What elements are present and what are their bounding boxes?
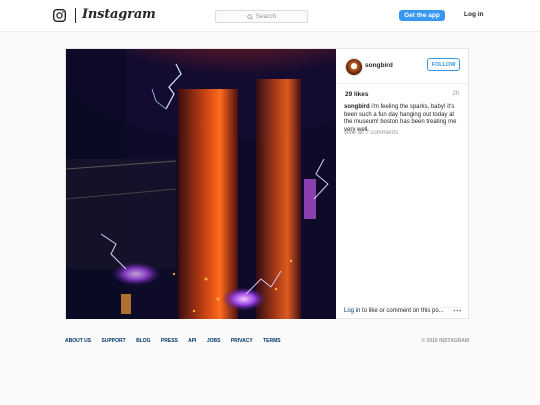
- footer-link-press[interactable]: PRESS: [161, 338, 178, 344]
- footer-link-privacy[interactable]: PRIVACY: [231, 338, 253, 344]
- instagram-wordmark[interactable]: Instagram: [82, 7, 156, 22]
- login-to-comment-row: Log in to like or comment on this po... …: [344, 307, 462, 315]
- post-card: songbird FOLLOW 29 likes 2h songbird i'm…: [65, 48, 469, 319]
- footer-link-blog[interactable]: BLOG: [136, 338, 150, 344]
- post-sidebar: songbird FOLLOW 29 likes 2h songbird i'm…: [336, 49, 468, 319]
- follow-button[interactable]: FOLLOW: [427, 58, 460, 71]
- footer-links: ABOUT US SUPPORT BLOG PRESS API JOBS PRI…: [65, 338, 469, 344]
- footer-link-about[interactable]: ABOUT US: [65, 338, 91, 344]
- post-username[interactable]: songbird: [365, 62, 393, 69]
- likes-row: 29 likes 2h: [345, 91, 459, 98]
- tesla-coil-photo: [66, 49, 336, 319]
- likes-count: 29 likes: [345, 91, 369, 98]
- post-time[interactable]: 2h: [452, 91, 459, 97]
- search-placeholder: Search: [255, 13, 277, 20]
- instagram-camera-icon[interactable]: [53, 9, 66, 22]
- avatar[interactable]: [345, 58, 363, 76]
- footer-link-jobs[interactable]: JOBS: [207, 338, 221, 344]
- footer-link-support[interactable]: SUPPORT: [102, 338, 126, 344]
- footer-link-terms[interactable]: TERMS: [263, 338, 281, 344]
- more-options-icon[interactable]: •••: [453, 308, 462, 315]
- post-photo[interactable]: [66, 49, 336, 319]
- search-icon: [246, 13, 253, 20]
- search-input[interactable]: Search: [215, 10, 308, 23]
- login-link[interactable]: Log in: [464, 11, 484, 18]
- get-the-app-button[interactable]: Get the app: [399, 10, 445, 21]
- logo-divider: [75, 8, 76, 23]
- view-all-comments-link[interactable]: view all 7 comments: [344, 130, 398, 136]
- copyright: © 2016 INSTAGRAM: [421, 338, 470, 344]
- footer: ABOUT US SUPPORT BLOG PRESS API JOBS PRI…: [65, 338, 469, 346]
- comment-prompt-text: to like or comment on this po...: [360, 308, 444, 314]
- top-navigation-bar: Instagram Search Get the app Log in: [0, 0, 540, 32]
- comment-login-link[interactable]: Log in: [344, 308, 360, 314]
- post-header: songbird FOLLOW: [336, 49, 468, 84]
- footer-link-api[interactable]: API: [188, 338, 196, 344]
- caption-username[interactable]: songbird: [344, 104, 370, 110]
